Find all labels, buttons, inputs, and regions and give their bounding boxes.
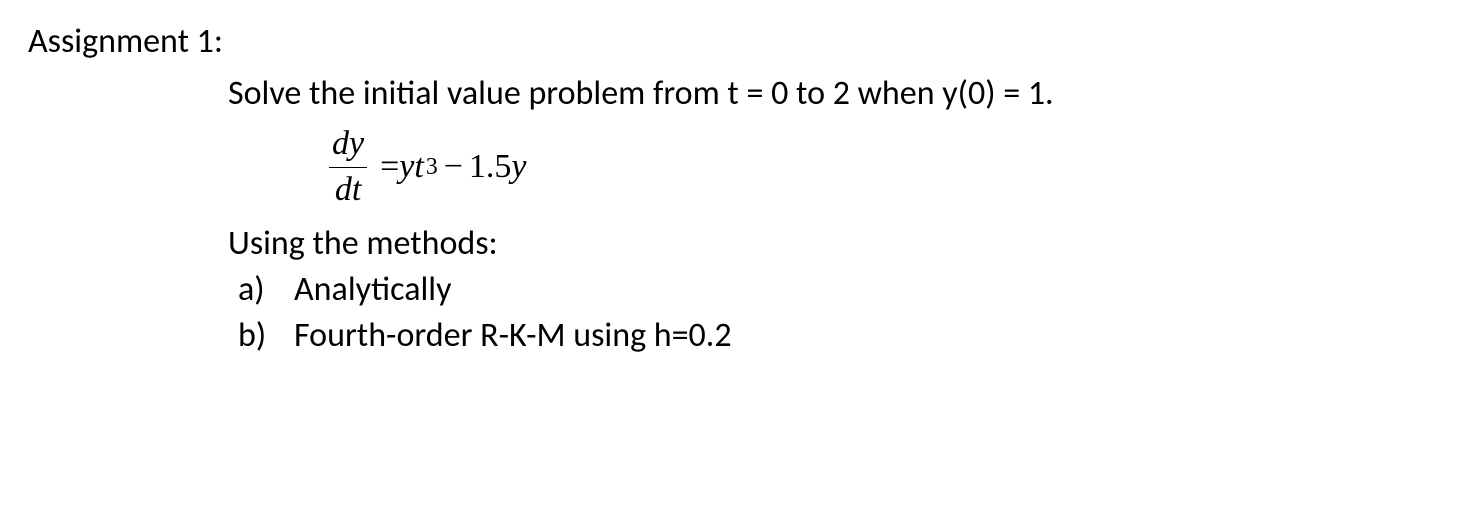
differential-equation: dy dt = yt3 − 1.5y	[328, 122, 1462, 211]
list-text-b: Fourth-order R-K-M using h=0.2	[294, 314, 732, 358]
minus-sign: −	[438, 145, 469, 189]
list-text-a: Analytically	[294, 268, 452, 312]
methods-intro: Using the methods:	[228, 222, 1462, 266]
numerator: dy	[328, 122, 368, 166]
assignment-content: Solve the initial value problem from t =…	[228, 72, 1462, 358]
equals-sign: =	[380, 145, 399, 189]
fraction-dy-dt: dy dt	[328, 122, 368, 211]
problem-statement: Solve the initial value problem from t =…	[228, 72, 1462, 116]
rhs-coeff: 1.5	[469, 145, 512, 189]
list-marker-a: a)	[238, 268, 294, 312]
denominator: dt	[329, 167, 367, 212]
list-item: a) Analytically	[238, 268, 1462, 312]
equation-body: = yt3 − 1.5y	[380, 145, 526, 189]
assignment-title: Assignment 1:	[28, 20, 1462, 64]
rhs-exponent: 3	[426, 152, 438, 183]
list-marker-b: b)	[238, 314, 294, 358]
rhs-var: y	[511, 145, 526, 189]
rhs-term1: yt	[399, 145, 424, 189]
list-item: b) Fourth-order R-K-M using h=0.2	[238, 314, 1462, 358]
